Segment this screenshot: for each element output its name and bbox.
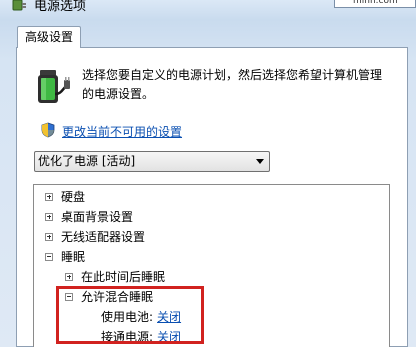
expand-plus-icon[interactable] [45, 192, 53, 201]
tree-item-wireless-adapter[interactable]: 无线适配器设置 [45, 228, 145, 246]
tab-advanced-settings[interactable]: 高级设置 [17, 26, 81, 48]
power-options-window: 电源选项 minn.com 高级设置 选择您要自定义的电源计划，然后选择您希望计… [0, 0, 416, 347]
tree-item-label: 无线适配器设置 [61, 230, 146, 244]
tree-item-hard-disk[interactable]: 硬盘 [45, 188, 85, 206]
battery-plug-icon [38, 70, 70, 103]
tree-item-sleep[interactable]: 睡眠 [45, 248, 85, 266]
title-bar: 电源选项 minn.com [0, 0, 416, 20]
collapse-minus-icon[interactable] [45, 252, 53, 261]
expand-plus-icon[interactable] [65, 272, 73, 281]
tree-item-sleep-after[interactable]: 在此时间后睡眠 [65, 268, 165, 286]
expand-plus-icon[interactable] [45, 232, 53, 241]
uac-shield-icon [41, 122, 55, 138]
power-options-icon [12, 0, 26, 11]
power-plan-select-value: 优化了电源 [活动] [38, 154, 136, 168]
tree-item-label: 睡眠 [61, 250, 86, 264]
change-unavailable-settings-link[interactable]: 更改当前不可用的设置 [62, 123, 182, 140]
top-right-field[interactable]: minn.com [334, 0, 416, 8]
tree-item-label: 在此时间后睡眠 [81, 270, 166, 284]
intro-text: 选择您要自定义的电源计划，然后选择您希望计算机管理的电源设置。 [82, 68, 383, 101]
window-title: 电源选项 [34, 0, 87, 14]
tree-item-label: 硬盘 [61, 190, 86, 204]
tree-item-desktop-background[interactable]: 桌面背景设置 [45, 208, 133, 226]
expand-plus-icon[interactable] [45, 212, 53, 221]
power-plan-select[interactable]: 优化了电源 [活动] [34, 151, 270, 172]
dropdown-arrow-icon[interactable] [256, 159, 264, 164]
tree-item-label: 桌面背景设置 [61, 210, 134, 224]
tree-scrollbar[interactable] [389, 185, 390, 347]
highlight-annotation-box [56, 286, 204, 344]
